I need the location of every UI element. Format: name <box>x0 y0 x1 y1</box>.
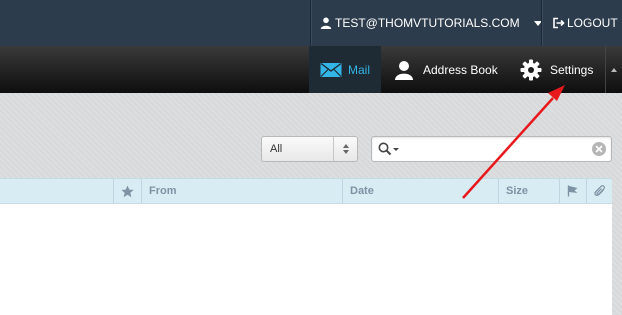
account-bar: TEST@THOMVTUTORIALS.COM LOGOUT <box>0 0 622 46</box>
column-date[interactable]: Date <box>342 179 498 203</box>
column-flag[interactable] <box>559 179 586 203</box>
user-icon <box>320 17 332 29</box>
address-book-label: Address Book <box>423 62 498 77</box>
flag-icon <box>567 185 578 197</box>
search-icon[interactable] <box>378 142 402 156</box>
quick-search-box[interactable] <box>371 136 612 162</box>
message-list[interactable] <box>0 204 612 315</box>
logout-button[interactable]: LOGOUT <box>552 0 618 46</box>
account-email: TEST@THOMVTUTORIALS.COM <box>335 16 520 30</box>
search-input[interactable] <box>408 140 588 158</box>
star-icon <box>121 185 134 197</box>
divider <box>541 0 542 46</box>
mail-content: All From Date Size <box>0 93 622 315</box>
collapse-icon <box>611 67 617 72</box>
column-flagged[interactable] <box>113 179 141 203</box>
select-arrows-icon <box>333 137 357 161</box>
account-menu[interactable]: TEST@THOMVTUTORIALS.COM <box>320 0 542 46</box>
settings-button[interactable]: Settings <box>520 46 593 93</box>
filter-value: All <box>270 143 283 155</box>
column-attachment[interactable] <box>586 179 612 203</box>
settings-gear-icon <box>520 59 542 80</box>
address-book-icon <box>395 60 413 80</box>
message-list-header: From Date Size <box>0 178 612 204</box>
task-menu: Mail Address Book Settings <box>0 46 622 93</box>
address-book-button[interactable]: Address Book <box>394 46 498 93</box>
mail-icon <box>320 62 342 77</box>
logout-icon <box>553 17 565 29</box>
settings-label: Settings <box>550 62 594 77</box>
column-from[interactable]: From <box>141 179 342 203</box>
column-size[interactable]: Size <box>498 179 559 203</box>
mail-button[interactable]: Mail <box>309 46 381 93</box>
logout-label: LOGOUT <box>567 16 618 30</box>
mail-label: Mail <box>347 62 370 77</box>
collapse-button[interactable] <box>605 46 622 93</box>
reset-search-icon[interactable] <box>592 142 606 156</box>
attachment-icon <box>593 184 605 196</box>
mail-filter-select[interactable]: All <box>261 136 358 162</box>
divider <box>310 0 311 46</box>
